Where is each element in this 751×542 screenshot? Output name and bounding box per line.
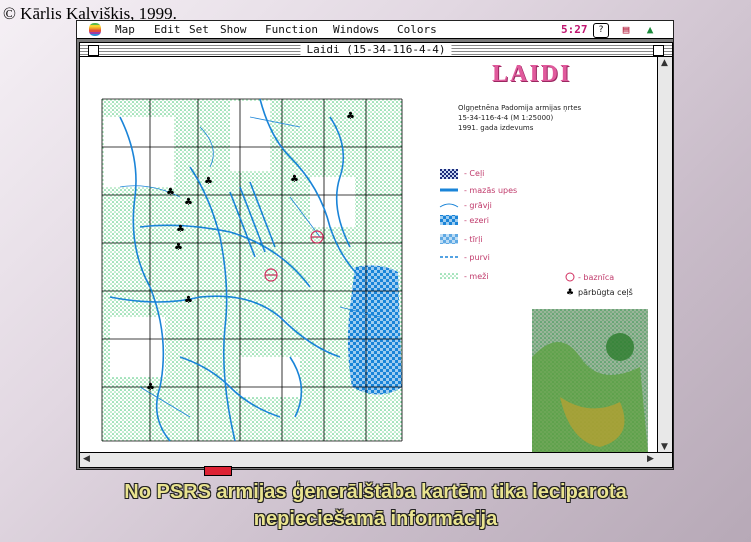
menu-colors[interactable]: Colors bbox=[397, 23, 437, 36]
menu-function[interactable]: Function bbox=[265, 23, 318, 36]
window-titlebar[interactable]: Laidi (15-34-116-4-4) bbox=[80, 43, 672, 57]
svg-text:♣: ♣ bbox=[176, 224, 185, 235]
svg-text:♣: ♣ bbox=[174, 242, 183, 253]
legend-ditches: - grāvji bbox=[464, 201, 492, 210]
info-line: 1991. gada izdevums bbox=[458, 124, 534, 132]
taskbar-tab[interactable] bbox=[204, 466, 232, 476]
legend-church: - baznīca bbox=[578, 273, 615, 282]
legend-forests: - meži bbox=[464, 272, 489, 281]
menu-edit[interactable]: Edit bbox=[154, 23, 181, 36]
info-line: Olgņetnēna Padomija armijas ņrtes bbox=[458, 104, 582, 112]
legend-small-rivers: - mazās upes bbox=[464, 186, 518, 195]
bog-area bbox=[347, 265, 402, 395]
map-title: LAIDI bbox=[492, 61, 572, 87]
document-icon[interactable]: ▤ bbox=[619, 23, 633, 36]
caption-line-1: No PSRS armijas ģenerālštāba kartēm tika… bbox=[124, 481, 627, 503]
zoom-box[interactable] bbox=[653, 45, 664, 56]
menu-map[interactable]: Map bbox=[115, 23, 135, 36]
legend-clearings: - tīrļi bbox=[464, 235, 483, 244]
info-line: 15-34-116-4-4 (M 1:25000) bbox=[458, 114, 554, 122]
map-document: ♣ ♣ ♣ ♣ ♣ ♣ ♣ ♣ ♣ ♣ LAIDI Olgņetnēna Pad… bbox=[80, 57, 657, 454]
menu-clock: 5:27 bbox=[561, 23, 588, 36]
svg-text:♣: ♣ bbox=[184, 197, 193, 208]
mac-screen: Map Edit Set Show Function Windows Color… bbox=[76, 20, 674, 470]
overview-raster bbox=[532, 309, 648, 453]
horizontal-scrollbar[interactable]: ◀ ▶ bbox=[80, 452, 672, 467]
scroll-left-icon[interactable]: ◀ bbox=[80, 453, 93, 466]
scroll-right-icon[interactable]: ▶ bbox=[644, 453, 657, 466]
map-window: Laidi (15-34-116-4-4) ♣ ♣ ♣ ♣ ♣ ♣ ♣ ♣ ♣ … bbox=[79, 42, 673, 468]
caption-line-2: nepieciešamā informācija bbox=[253, 508, 498, 530]
window-title: Laidi (15-34-116-4-4) bbox=[300, 43, 452, 56]
menu-show[interactable]: Show bbox=[220, 23, 247, 36]
svg-text:♣: ♣ bbox=[146, 382, 155, 393]
svg-text:♣: ♣ bbox=[204, 176, 213, 187]
map-info: Olgņetnēna Padomija armijas ņrtes 15-34-… bbox=[458, 103, 581, 133]
menu-set[interactable]: Set bbox=[189, 23, 209, 36]
svg-text:♣: ♣ bbox=[346, 111, 355, 122]
svg-text:♣: ♣ bbox=[184, 295, 193, 306]
legend-lakes: - ezeri bbox=[464, 216, 489, 225]
menu-windows[interactable]: Windows bbox=[333, 23, 379, 36]
help-icon[interactable]: ? bbox=[593, 23, 609, 38]
application-icon[interactable]: ▲ bbox=[643, 23, 657, 36]
svg-text:♣: ♣ bbox=[166, 187, 175, 198]
apple-menu-icon[interactable] bbox=[89, 23, 101, 36]
menu-bar: Map Edit Set Show Function Windows Color… bbox=[77, 21, 673, 39]
svg-text:♣: ♣ bbox=[566, 288, 574, 298]
scroll-up-icon[interactable]: ▲ bbox=[658, 57, 671, 70]
close-box[interactable] bbox=[88, 45, 99, 56]
svg-text:♣: ♣ bbox=[290, 174, 299, 185]
vertical-scrollbar[interactable]: ▲ ▼ bbox=[657, 57, 672, 454]
legend-bogs: - purvi bbox=[464, 253, 490, 262]
legend-roads: - Ceļi bbox=[464, 169, 485, 178]
legend-marker: pārbūgta ceļš bbox=[578, 288, 633, 297]
